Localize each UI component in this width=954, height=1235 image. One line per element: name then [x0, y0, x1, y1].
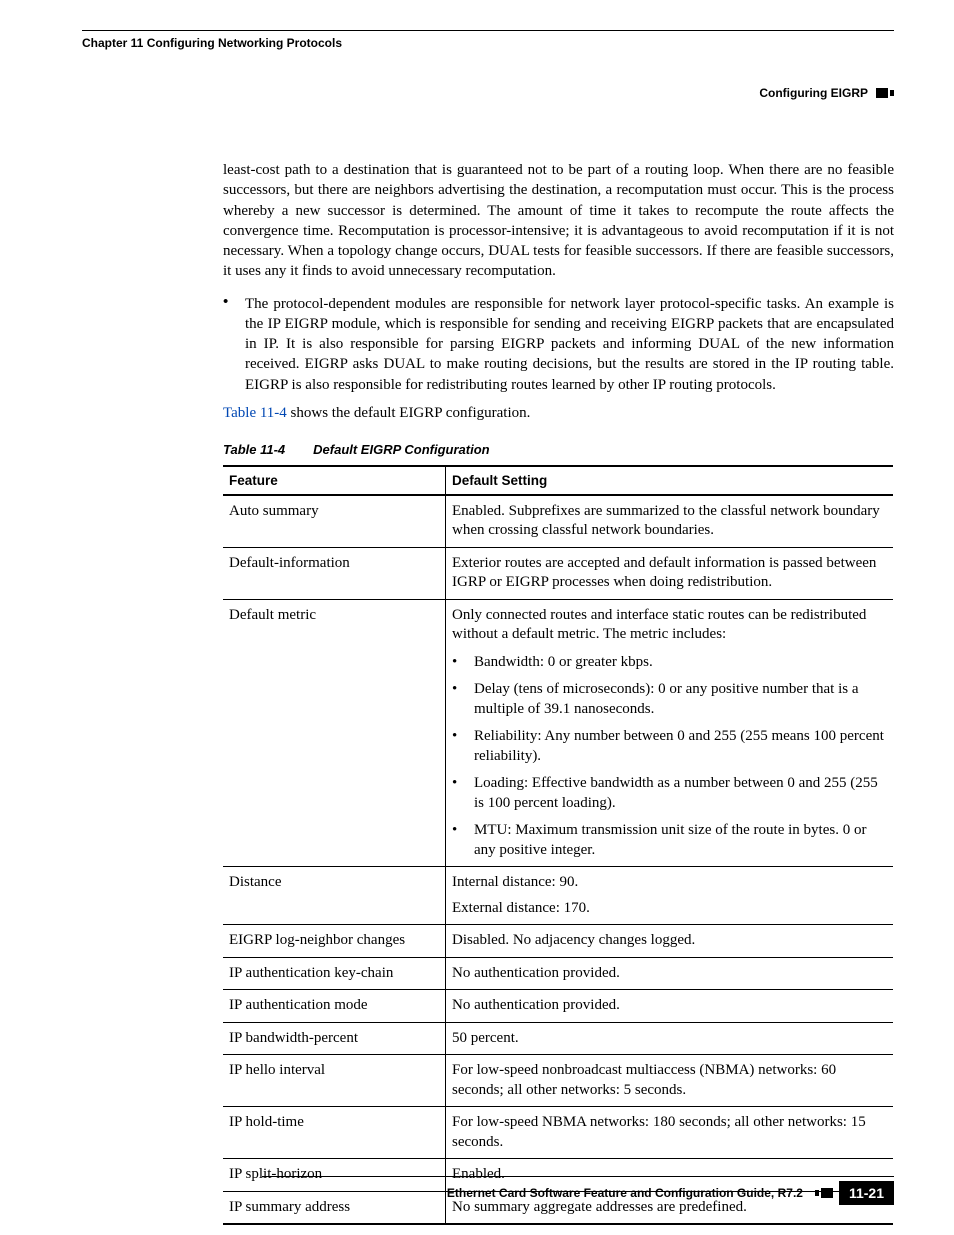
table-row: EIGRP log-neighbor changes Disabled. No …: [223, 925, 893, 958]
footer-marker-icon: [815, 1188, 833, 1198]
footer-book-title: Ethernet Card Software Feature and Confi…: [82, 1186, 815, 1200]
bullet-icon: •: [223, 294, 245, 395]
table-ref-link[interactable]: Table 11-4: [223, 405, 287, 421]
table-row: Distance Internal distance: 90. External…: [223, 867, 893, 925]
table-header-feature: Feature: [223, 466, 446, 495]
table-row: Auto summary Enabled. Subprefixes are su…: [223, 495, 893, 548]
table-row: IP authentication mode No authentication…: [223, 990, 893, 1023]
table-row: IP hello interval For low-speed nonbroad…: [223, 1055, 893, 1107]
body-paragraph-continuation: least-cost path to a destination that is…: [223, 160, 894, 282]
table-row: IP bandwidth-percent 50 percent.: [223, 1022, 893, 1055]
table-caption: Table 11-4Default EIGRP Configuration: [223, 442, 894, 457]
eigrp-config-table: Feature Default Setting Auto summary Ena…: [223, 465, 893, 1226]
table-header-setting: Default Setting: [446, 466, 894, 495]
running-header-section: Configuring EIGRP: [759, 86, 868, 100]
table-row: IP authentication key-chain No authentic…: [223, 957, 893, 990]
table-row: Default-information Exterior routes are …: [223, 547, 893, 599]
running-header-chapter: Chapter 11 Configuring Networking Protoc…: [82, 36, 342, 50]
section-marker-icon: [876, 88, 894, 98]
table-row: IP hold-time For low-speed NBMA networks…: [223, 1107, 893, 1159]
table-reference-line: Table 11-4 shows the default EIGRP confi…: [223, 405, 894, 422]
page-number: 11-21: [839, 1181, 894, 1205]
table-row: Default metric Only connected routes and…: [223, 599, 893, 867]
body-bullet-protocol-modules: The protocol-dependent modules are respo…: [245, 294, 894, 395]
